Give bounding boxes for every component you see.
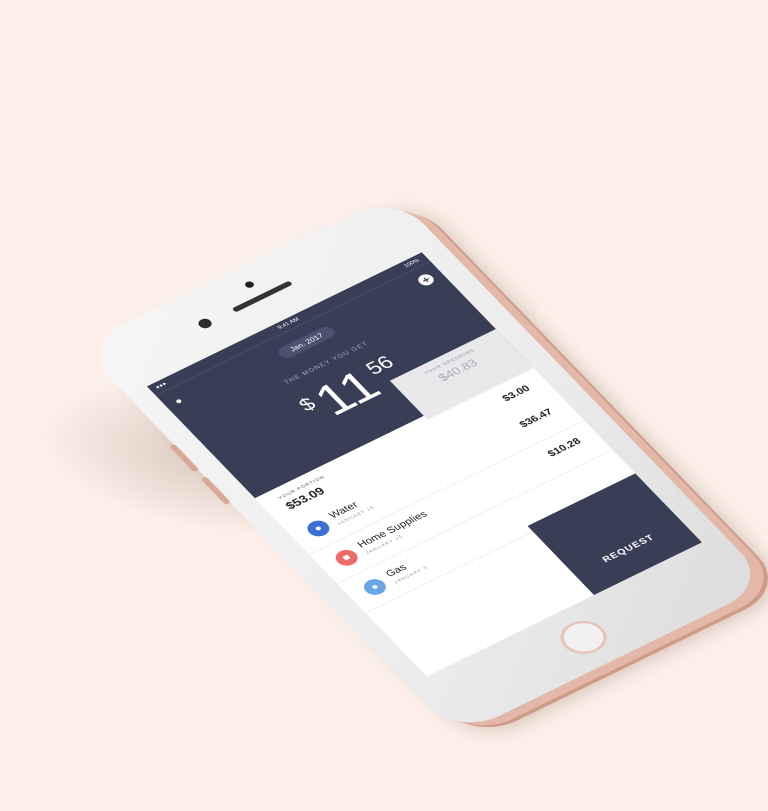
add-icon[interactable]: + xyxy=(415,272,437,288)
phone-mockup: ●●● 9:41 AM 100% ● + Jan. 2017 THE MONEY… xyxy=(0,0,768,811)
phone: ●●● 9:41 AM 100% ● + Jan. 2017 THE MONEY… xyxy=(79,193,768,737)
store-icon: ■ xyxy=(331,546,362,569)
flame-icon: ● xyxy=(359,576,391,598)
transaction-amount: $10.28 xyxy=(545,436,584,459)
top-amount: $3.00 xyxy=(500,383,533,404)
water-drop-icon: ● xyxy=(303,517,334,540)
user-icon[interactable]: ● xyxy=(172,396,186,407)
transaction-amount: $36.47 xyxy=(517,407,556,430)
